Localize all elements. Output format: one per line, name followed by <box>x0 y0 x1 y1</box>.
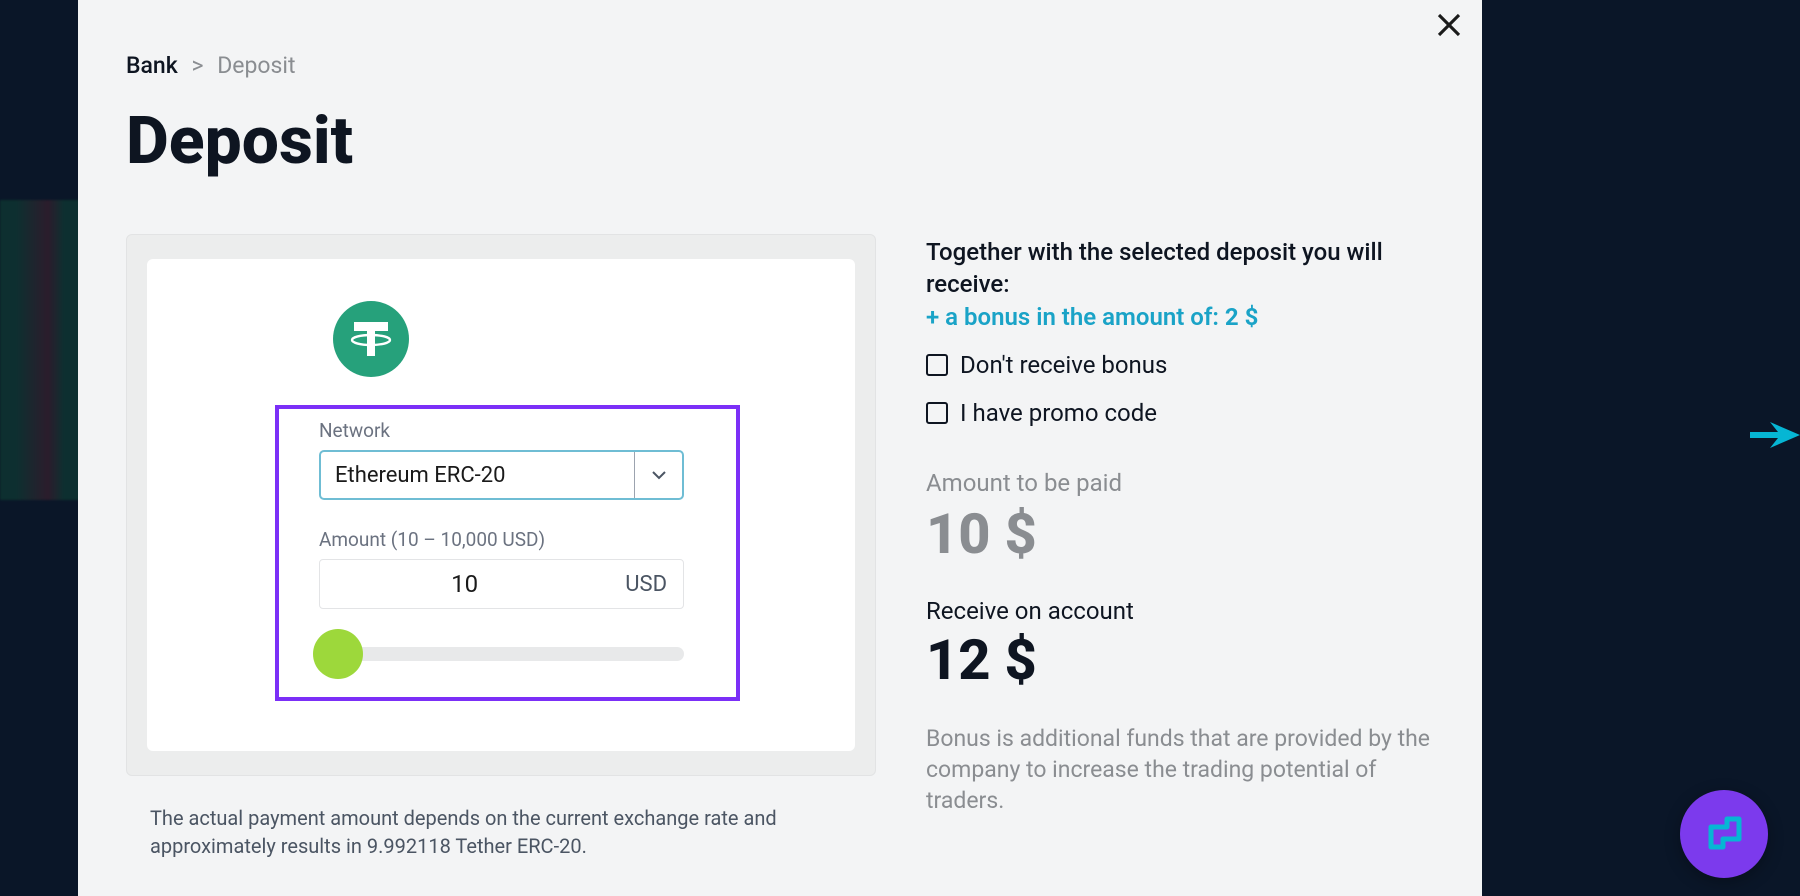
amount-label: Amount (10 – 10,000 USD) <box>319 528 696 551</box>
promo-label: I have promo code <box>960 399 1157 427</box>
receive-label: Receive on account <box>926 597 1431 625</box>
network-label: Network <box>319 419 696 442</box>
slider-handle[interactable] <box>313 629 363 679</box>
no-bonus-checkbox[interactable] <box>926 354 948 376</box>
no-bonus-label: Don't receive bonus <box>960 351 1167 379</box>
chevron-down-icon <box>634 452 682 498</box>
amount-paid-label: Amount to be paid <box>926 469 1431 497</box>
bonus-amount: 2 $ <box>1225 303 1259 331</box>
breadcrumb-separator: > <box>191 52 203 79</box>
tether-icon <box>333 301 409 377</box>
network-value: Ethereum ERC-20 <box>321 463 634 488</box>
amount-currency: USD <box>609 572 683 597</box>
bonus-amount-line: + a bonus in the amount of: 2 $ <box>926 303 1431 331</box>
breadcrumb-root[interactable]: Bank <box>126 52 178 79</box>
breadcrumb-current: Deposit <box>217 52 295 79</box>
amount-input[interactable]: 10 USD <box>319 559 684 609</box>
slider-track <box>327 647 684 661</box>
highlighted-form-area: Network Ethereum ERC-20 Amount (10 – 10,… <box>275 405 740 701</box>
promo-checkbox-row[interactable]: I have promo code <box>926 399 1431 427</box>
page-title: Deposit <box>78 79 1482 180</box>
deposit-modal: Bank > Deposit Deposit Network <box>78 0 1482 896</box>
bonus-together-text: Together with the selected deposit you w… <box>926 236 1431 301</box>
deposit-card: Network Ethereum ERC-20 Amount (10 – 10,… <box>147 259 855 751</box>
deposit-card-outer: Network Ethereum ERC-20 Amount (10 – 10,… <box>126 234 876 776</box>
amount-value: 10 <box>320 570 609 598</box>
exchange-rate-note: The actual payment amount depends on the… <box>126 776 876 860</box>
background-arrow <box>1750 420 1800 450</box>
bonus-note: Bonus is additional funds that are provi… <box>926 723 1431 816</box>
background-chart <box>0 200 80 500</box>
receive-value: 12 $ <box>926 627 1431 693</box>
amount-slider[interactable] <box>319 629 684 679</box>
help-fab-button[interactable] <box>1680 790 1768 878</box>
promo-checkbox[interactable] <box>926 402 948 424</box>
amount-paid-value: 10 $ <box>926 501 1431 567</box>
breadcrumb: Bank > Deposit <box>78 0 1482 79</box>
close-button[interactable] <box>1434 10 1464 40</box>
no-bonus-checkbox-row[interactable]: Don't receive bonus <box>926 351 1431 379</box>
bonus-prefix: + a bonus in the amount of: <box>926 303 1225 331</box>
network-select[interactable]: Ethereum ERC-20 <box>319 450 684 500</box>
